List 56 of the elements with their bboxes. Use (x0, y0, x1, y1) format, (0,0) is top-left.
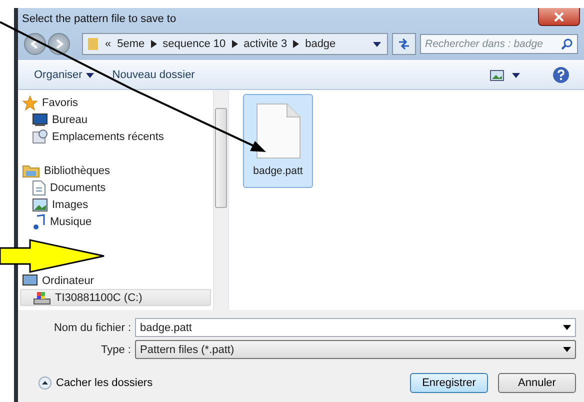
dropdown-caret-icon[interactable] (512, 72, 520, 78)
dropdown-caret-icon[interactable] (563, 325, 571, 330)
refresh-button[interactable] (392, 33, 416, 55)
save-button[interactable]: Enregistrer (410, 373, 488, 393)
music-note-icon (32, 214, 46, 230)
breadcrumb[interactable]: 5eme (117, 38, 145, 50)
search-icon (561, 38, 573, 50)
dropdown-caret-icon[interactable] (373, 42, 381, 46)
nav-item[interactable]: Musique (20, 213, 92, 230)
file-icon (255, 103, 301, 159)
address-bar[interactable]: « 5eme sequence 10 activite 3 badge (82, 33, 388, 55)
overflow-chevron[interactable]: « (105, 38, 112, 50)
help-icon[interactable] (552, 66, 570, 84)
separator-arrow-icon (293, 40, 300, 48)
scrollbar[interactable] (213, 90, 228, 310)
forward-button[interactable] (48, 33, 70, 55)
computer-icon (22, 274, 38, 288)
nav-item[interactable]: Bibliothèques (20, 162, 110, 179)
document-icon (32, 180, 46, 196)
recent-places-icon (32, 128, 48, 144)
file-item[interactable]: badge.patt (243, 94, 313, 188)
image-icon (32, 198, 48, 212)
collapse-icon (38, 376, 52, 390)
separator-arrow-icon (232, 40, 238, 48)
nav-item[interactable]: Ordinateur (20, 272, 94, 289)
nav-item[interactable]: Bureau (20, 111, 88, 128)
close-icon (553, 12, 565, 22)
breadcrumb[interactable]: badge (305, 38, 336, 50)
nav-item[interactable]: Images (20, 196, 88, 213)
file-type-dropdown[interactable]: Pattern files (*.patt) (135, 340, 576, 359)
field-label: Type : (100, 344, 131, 356)
filename-field[interactable]: badge.patt (135, 318, 576, 337)
monitor-icon (32, 112, 48, 126)
nav-item[interactable]: Documents (20, 179, 106, 196)
dropdown-caret-icon (563, 347, 571, 352)
library-folder-icon (22, 164, 40, 178)
new-folder-button[interactable]: Nouveau dossier (112, 69, 195, 81)
nav-item[interactable]: Favoris (20, 94, 78, 111)
field-label: Nom du fichier : (52, 322, 131, 334)
breadcrumb[interactable]: sequence 10 (162, 38, 226, 50)
back-button[interactable] (24, 33, 46, 55)
close-button[interactable] (538, 8, 580, 26)
organize-menu[interactable]: Organiser (34, 69, 94, 81)
star-icon (22, 94, 38, 110)
cancel-button[interactable]: Annuler (498, 373, 576, 393)
nav-item[interactable]: TI30881100C (C:) (20, 289, 211, 306)
folder-icon (87, 37, 99, 51)
view-options-icon[interactable] (490, 70, 504, 80)
refresh-icon (397, 38, 411, 50)
caret-icon (86, 72, 94, 78)
separator-arrow-icon (150, 40, 157, 48)
breadcrumb[interactable]: activite 3 (244, 38, 288, 50)
nav-item[interactable]: Emplacements récents (20, 128, 164, 145)
window-title: Select the pattern file to save to (22, 13, 176, 25)
drive-icon (33, 290, 51, 304)
hide-folders-button[interactable]: Cacher les dossiers (26, 376, 153, 390)
